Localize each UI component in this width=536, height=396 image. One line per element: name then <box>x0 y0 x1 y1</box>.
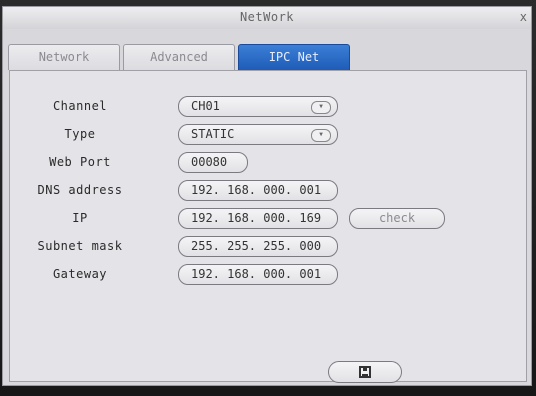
web-port-input[interactable]: 00080 <box>178 152 248 173</box>
ip-input[interactable]: 192. 168. 000. 169 <box>178 208 338 229</box>
close-icon[interactable]: x <box>520 10 527 24</box>
ip-label: IP <box>72 211 88 225</box>
title-bar: NetWork x <box>3 7 531 30</box>
channel-select[interactable]: CH01 ▼ <box>178 96 338 117</box>
save-icon <box>359 366 371 378</box>
check-button[interactable]: check <box>349 208 445 229</box>
tab-ipc-net[interactable]: IPC Net <box>238 44 350 70</box>
chevron-down-icon[interactable]: ▼ <box>311 101 331 114</box>
network-dialog: NetWork x Network Advanced IPC Net Chann… <box>2 6 532 386</box>
dns-address-label: DNS address <box>37 183 123 197</box>
tab-strip: Network Advanced IPC Net <box>3 29 531 73</box>
tab-network[interactable]: Network <box>8 44 120 70</box>
save-button[interactable] <box>328 361 402 383</box>
web-port-label: Web Port <box>49 155 111 169</box>
channel-value: CH01 <box>191 99 220 113</box>
type-label: Type <box>64 127 96 141</box>
subnet-mask-input[interactable]: 255. 255. 255. 000 <box>178 236 338 257</box>
subnet-mask-label: Subnet mask <box>37 239 123 253</box>
tab-advanced[interactable]: Advanced <box>123 44 235 70</box>
gateway-input[interactable]: 192. 168. 000. 001 <box>178 264 338 285</box>
window-title: NetWork <box>239 10 295 24</box>
type-select[interactable]: STATIC ▼ <box>178 124 338 145</box>
screen: NetWork x Network Advanced IPC Net Chann… <box>0 0 536 396</box>
gateway-label: Gateway <box>52 267 108 281</box>
type-value: STATIC <box>191 127 235 141</box>
channel-label: Channel <box>52 99 108 113</box>
chevron-down-icon[interactable]: ▼ <box>311 129 331 142</box>
ipc-net-panel: Channel CH01 ▼ Type STATIC ▼ Web Port 00… <box>9 70 527 383</box>
dns-address-input[interactable]: 192. 168. 000. 001 <box>178 180 338 201</box>
